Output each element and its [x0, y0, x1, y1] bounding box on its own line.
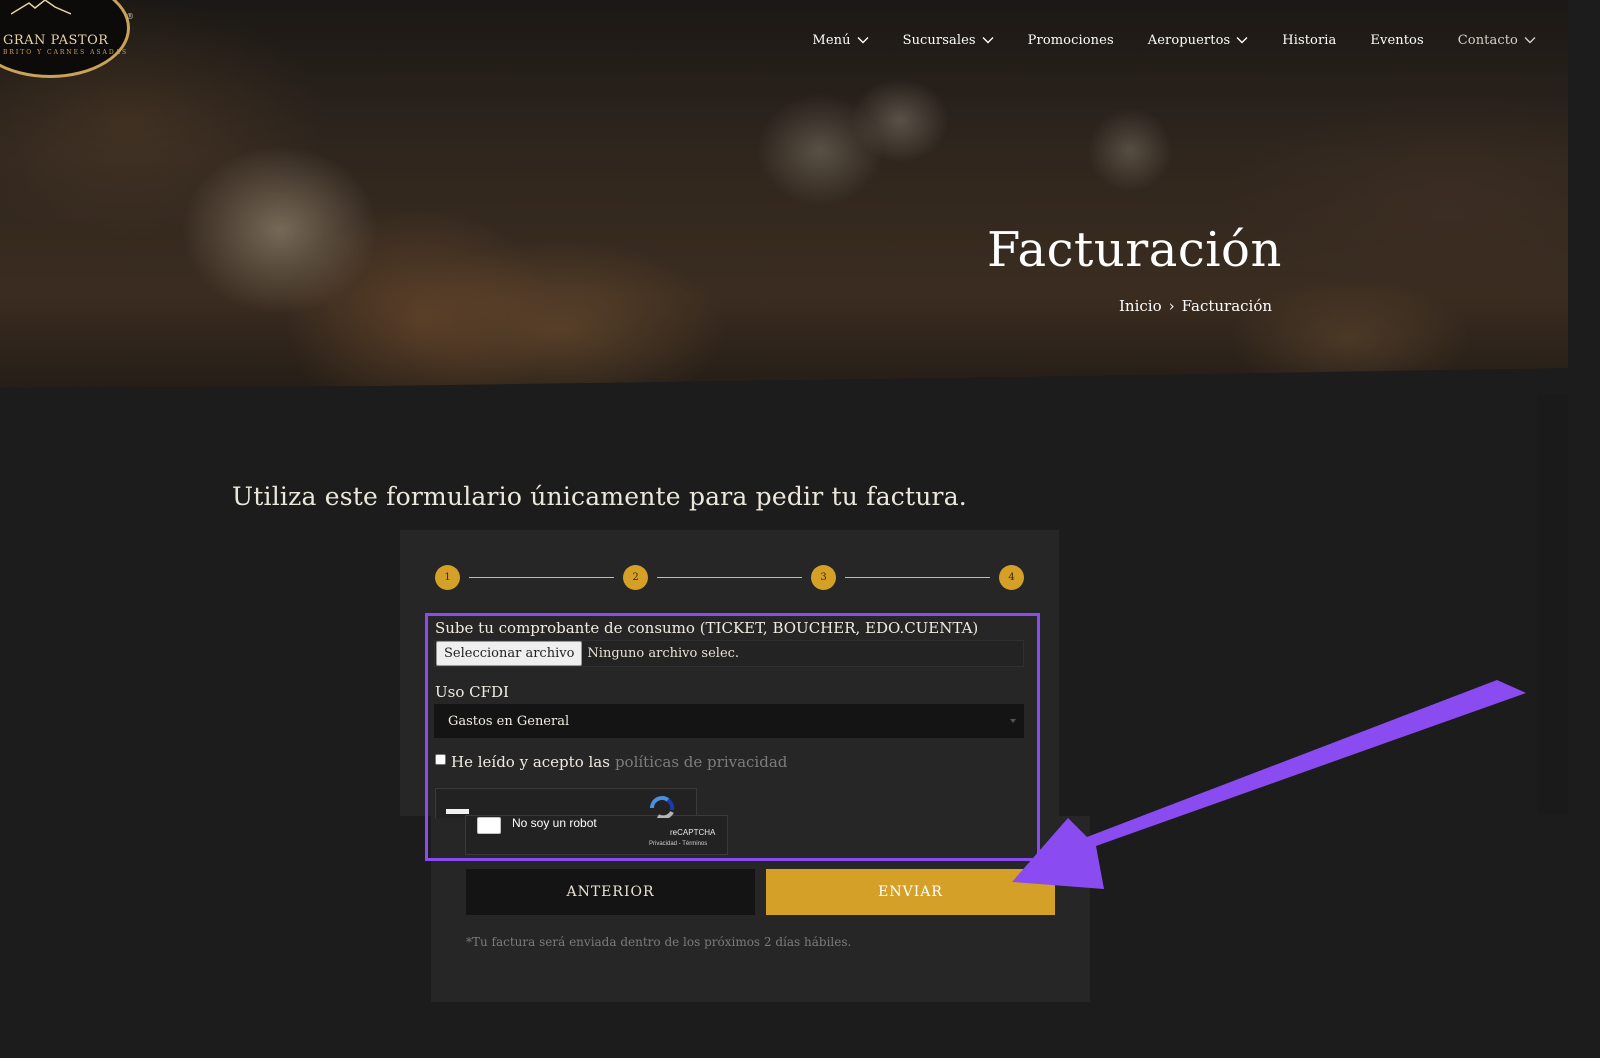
select-file-button[interactable]: Seleccionar archivo: [436, 641, 583, 666]
step-connector: [845, 577, 990, 578]
cfdi-select[interactable]: Gastos en General: [434, 704, 1024, 738]
cfdi-selected-value: Gastos en General: [448, 713, 570, 729]
previous-button[interactable]: ANTERIOR: [466, 869, 755, 915]
delivery-note: *Tu factura será enviada dentro de los p…: [466, 935, 852, 949]
nav-item-promociones[interactable]: Promociones: [1028, 33, 1114, 48]
file-status: Ninguno archivo selec.: [587, 646, 740, 661]
captcha-checkbox[interactable]: [477, 817, 501, 834]
nav-item-contacto[interactable]: Contacto: [1458, 33, 1536, 48]
nav-item-label: Eventos: [1370, 32, 1424, 48]
submit-button[interactable]: ENVIAR: [766, 869, 1055, 915]
nav-item-menu[interactable]: Menú: [812, 32, 869, 48]
breadcrumb-current: Facturación: [1181, 297, 1273, 315]
file-upload-field[interactable]: Seleccionar archivo Ninguno archivo sele…: [434, 640, 1024, 667]
step-1: 1: [435, 565, 460, 590]
nav-item-label: Aeropuertos: [1147, 32, 1231, 48]
chevron-down-icon: [857, 37, 869, 44]
hero-banner: [0, 0, 1568, 395]
breadcrumb-home[interactable]: Inicio: [1119, 297, 1162, 315]
recaptcha-icon: [650, 796, 675, 818]
nav-item-label: Historia: [1282, 32, 1337, 48]
dropdown-arrow-icon: [1010, 719, 1016, 723]
page-edge: [1568, 0, 1600, 1058]
breadcrumb: Inicio › Facturación: [1119, 297, 1272, 315]
brand-tagline: BRITO Y CARNES ASADAS: [3, 49, 129, 56]
captcha-terms[interactable]: Privacidad - Términos: [649, 841, 707, 847]
privacy-consent: He leído y acepto las políticas de priva…: [435, 753, 787, 771]
nav-item-label: Promociones: [1027, 32, 1114, 48]
step-3: 3: [811, 565, 836, 590]
captcha-artifact: [446, 809, 469, 814]
nav-item-sucursales[interactable]: Sucursales: [903, 33, 994, 48]
page-title: Facturación: [987, 222, 1282, 278]
captcha-brand: reCAPTCHA: [670, 828, 716, 837]
side-strip: [1537, 395, 1568, 815]
nav-item-label: Menú: [812, 32, 851, 48]
step-connector: [469, 577, 614, 578]
privacy-policy-link[interactable]: políticas de privacidad: [615, 753, 787, 771]
captcha-label: No soy un robot: [512, 816, 597, 830]
chevron-down-icon: [1236, 37, 1248, 44]
nav-item-label: Sucursales: [902, 32, 976, 48]
step-2: 2: [623, 565, 648, 590]
step-connector: [657, 577, 802, 578]
nav-item-label: Contacto: [1457, 32, 1518, 48]
privacy-text: He leído y acepto las: [451, 753, 610, 771]
chevron-down-icon: [982, 37, 994, 44]
nav-item-aeropuertos[interactable]: Aeropuertos: [1148, 33, 1249, 48]
breadcrumb-separator-icon: ›: [1168, 297, 1175, 315]
registered-mark: ®: [126, 12, 134, 21]
main-nav: Menú Sucursales Promociones Aeropuertos …: [778, 30, 1536, 50]
cfdi-label: Uso CFDI: [435, 683, 509, 701]
nav-item-eventos[interactable]: Eventos: [1370, 33, 1423, 48]
mountain-icon: [11, 0, 71, 15]
privacy-checkbox[interactable]: [435, 753, 446, 765]
upload-label: Sube tu comprobante de consumo (TICKET, …: [435, 619, 979, 637]
form-stepper: 1 2 3 4: [435, 565, 1025, 591]
step-4: 4: [999, 565, 1024, 590]
chevron-down-icon: [1524, 37, 1536, 44]
nav-item-historia[interactable]: Historia: [1282, 33, 1336, 48]
recaptcha-widget: No soy un robot reCAPTCHA Privacidad - T…: [465, 796, 728, 855]
brand-name: GRAN PASTOR: [3, 33, 109, 48]
form-intro: Utiliza este formulario únicamente para …: [232, 482, 967, 511]
